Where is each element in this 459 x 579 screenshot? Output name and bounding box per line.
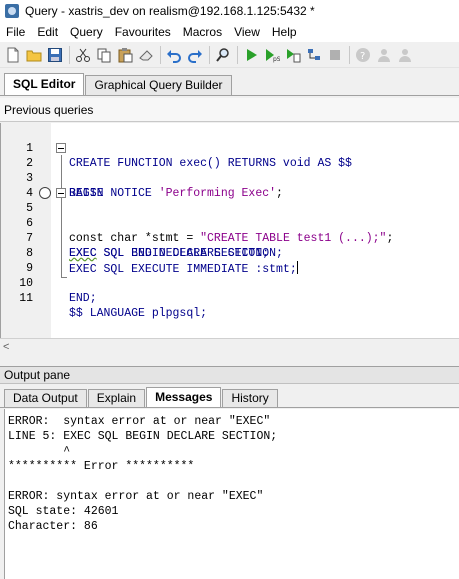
code-text: $$ LANGUAGE plpgsql; (69, 307, 208, 320)
code-line: 8 EXEC SQL EXECUTE IMMEDIATE :stmt; (1, 231, 459, 276)
redo-icon[interactable] (186, 46, 204, 64)
help-icon[interactable]: ? (354, 46, 372, 64)
stop-icon[interactable] (326, 46, 344, 64)
svg-text:pS: pS (273, 56, 280, 63)
copy-icon[interactable] (95, 46, 113, 64)
code-line: 4 (1, 171, 459, 200)
message-line: ********** Error ********** (8, 460, 195, 473)
line-number: 11 (19, 292, 33, 305)
save-icon[interactable] (46, 46, 64, 64)
code-line: 6 const char *stmt = "CREATE TABLE test1… (1, 201, 459, 245)
menu-view[interactable]: View (228, 22, 266, 42)
fold-toggle-icon[interactable] (56, 143, 66, 153)
menu-bar: File Edit Query Favourites Macros View H… (0, 22, 459, 42)
horizontal-scrollbar[interactable]: < (0, 338, 459, 355)
tab-history[interactable]: History (222, 389, 278, 407)
user-icon[interactable] (375, 46, 393, 64)
code-line: 9 (1, 246, 459, 275)
sql-editor[interactable]: 1 CREATE FUNCTION exec() RETURNS void AS… (0, 123, 459, 338)
find-icon[interactable] (214, 46, 232, 64)
output-tabs: Data Output Explain Messages History (0, 387, 459, 408)
messages-panel[interactable]: ERROR: syntax error at or near "EXEC" LI… (4, 409, 459, 579)
menu-favourites[interactable]: Favourites (109, 22, 177, 42)
message-line: Character: 86 (8, 520, 98, 533)
code-line: 10 END; (1, 261, 459, 305)
code-text: END; (69, 292, 97, 305)
code-line: 7 EXEC SQL END DECLARE SECTION; (1, 216, 459, 260)
menu-macros[interactable]: Macros (177, 22, 228, 42)
code-line: 1 CREATE FUNCTION exec() RETURNS void AS… (1, 126, 459, 170)
explain-icon[interactable] (305, 46, 323, 64)
code-line: 5 EXEC SQL BEGIN DECLARE SECTION; (1, 186, 459, 260)
menu-query[interactable]: Query (64, 22, 109, 42)
execute-pgscript-icon[interactable]: pS (263, 46, 281, 64)
menu-file[interactable]: File (0, 22, 31, 42)
new-file-icon[interactable] (4, 46, 22, 64)
message-line: SQL state: 42601 (8, 505, 119, 518)
toolbar-separator (237, 45, 238, 64)
message-line: LINE 5: EXEC SQL BEGIN DECLARE SECTION; (8, 430, 278, 443)
message-line: ^ (8, 445, 71, 458)
tab-explain[interactable]: Explain (87, 389, 146, 407)
toolbar-separator (160, 45, 161, 64)
tab-messages[interactable]: Messages (146, 387, 222, 407)
menu-edit[interactable]: Edit (31, 22, 64, 42)
toolbar-separator (209, 45, 210, 64)
menu-help[interactable]: Help (266, 22, 303, 42)
toolbar: pS ? (0, 42, 459, 68)
previous-queries-dropdown[interactable]: Previous queries (0, 98, 459, 122)
user-alt-icon[interactable] (396, 46, 414, 64)
undo-icon[interactable] (165, 46, 183, 64)
code-line: 3 RAISE NOTICE 'Performing Exec'; (1, 156, 459, 200)
breakpoint-marker-icon[interactable] (39, 187, 51, 199)
clear-icon[interactable] (137, 46, 155, 64)
tab-sql-editor[interactable]: SQL Editor (4, 73, 85, 95)
open-folder-icon[interactable] (25, 46, 43, 64)
app-icon (5, 4, 19, 18)
tab-graphical-query-builder[interactable]: Graphical Query Builder (85, 75, 232, 95)
output-pane-label: Output pane (4, 368, 71, 382)
fold-toggle-icon[interactable] (56, 188, 66, 198)
execute-icon[interactable] (242, 46, 260, 64)
message-line: ERROR: syntax error at or near "EXEC" (8, 490, 264, 503)
code-line: 2 BEGIN (1, 141, 459, 200)
query-window: Query - xastris_dev on realism@192.168.1… (0, 0, 459, 579)
window-title: Query - xastris_dev on realism@192.168.1… (25, 4, 315, 18)
execute-to-file-icon[interactable] (284, 46, 302, 64)
toolbar-separator (69, 45, 70, 64)
paste-icon[interactable] (116, 46, 134, 64)
message-line (8, 474, 459, 489)
svg-text:?: ? (360, 51, 365, 62)
tab-data-output[interactable]: Data Output (4, 389, 87, 407)
output-pane-header: Output pane (0, 366, 459, 384)
code-line: 11 $$ LANGUAGE plpgsql; (1, 276, 459, 320)
toolbar-separator (349, 45, 350, 64)
editor-tabs: SQL Editor Graphical Query Builder (0, 73, 459, 96)
scroll-left-arrow-icon[interactable]: < (3, 341, 9, 353)
title-bar: Query - xastris_dev on realism@192.168.1… (0, 0, 459, 22)
previous-queries-label: Previous queries (4, 103, 94, 117)
cut-icon[interactable] (74, 46, 92, 64)
message-line: ERROR: syntax error at or near "EXEC" (8, 415, 271, 428)
